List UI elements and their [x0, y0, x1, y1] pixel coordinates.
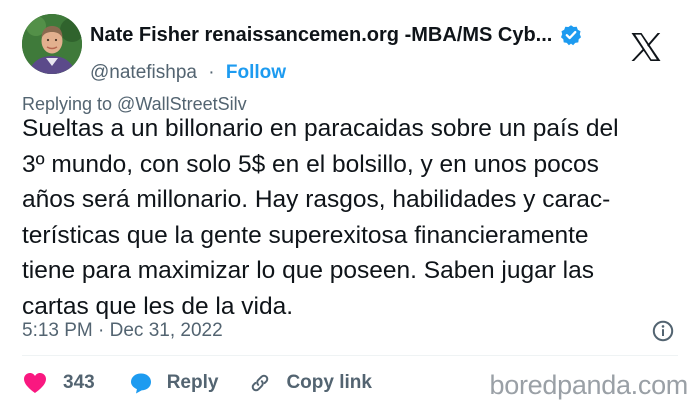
tweet-actions: 343 Reply Copy link	[22, 369, 372, 397]
heart-icon	[22, 371, 48, 395]
copy-link-button[interactable]: Copy link	[248, 371, 372, 395]
speech-bubble-icon	[129, 371, 153, 395]
tweet-header: Nate Fisher renaissancemen.org -MBA/MS C…	[22, 14, 682, 83]
like-button[interactable]: 343	[22, 371, 95, 395]
tweet-timestamp[interactable]: 5:13 PM · Dec 31, 2022	[22, 319, 223, 343]
watermark: boredpanda.com	[489, 370, 689, 400]
verified-badge-icon	[560, 24, 582, 46]
author-name-row: Nate Fisher renaissancemen.org -MBA/MS C…	[90, 23, 582, 47]
x-logo-icon[interactable]	[630, 32, 662, 62]
tweet-card: Nate Fisher renaissancemen.org -MBA/MS C…	[0, 0, 700, 410]
tweet-text: Sueltas a un billonario en paracaidas so…	[22, 115, 619, 320]
avatar[interactable]	[22, 14, 82, 74]
reply-label: Reply	[166, 372, 219, 393]
handle-separator: ·	[208, 62, 215, 83]
action-divider	[22, 355, 678, 356]
reply-button[interactable]: Reply	[129, 371, 219, 395]
copy-link-label: Copy link	[286, 372, 372, 393]
info-icon[interactable]	[652, 320, 674, 342]
author-handle[interactable]: @natefishpa	[90, 62, 197, 83]
follow-button[interactable]: Follow	[226, 62, 286, 83]
author-display-name[interactable]: Nate Fisher renaissancemen.org -MBA/MS C…	[90, 24, 552, 47]
avatar-image	[22, 14, 82, 74]
link-icon	[248, 371, 272, 395]
like-count: 343	[63, 372, 95, 393]
author-handle-row: @natefishpa · Follow	[90, 61, 286, 85]
